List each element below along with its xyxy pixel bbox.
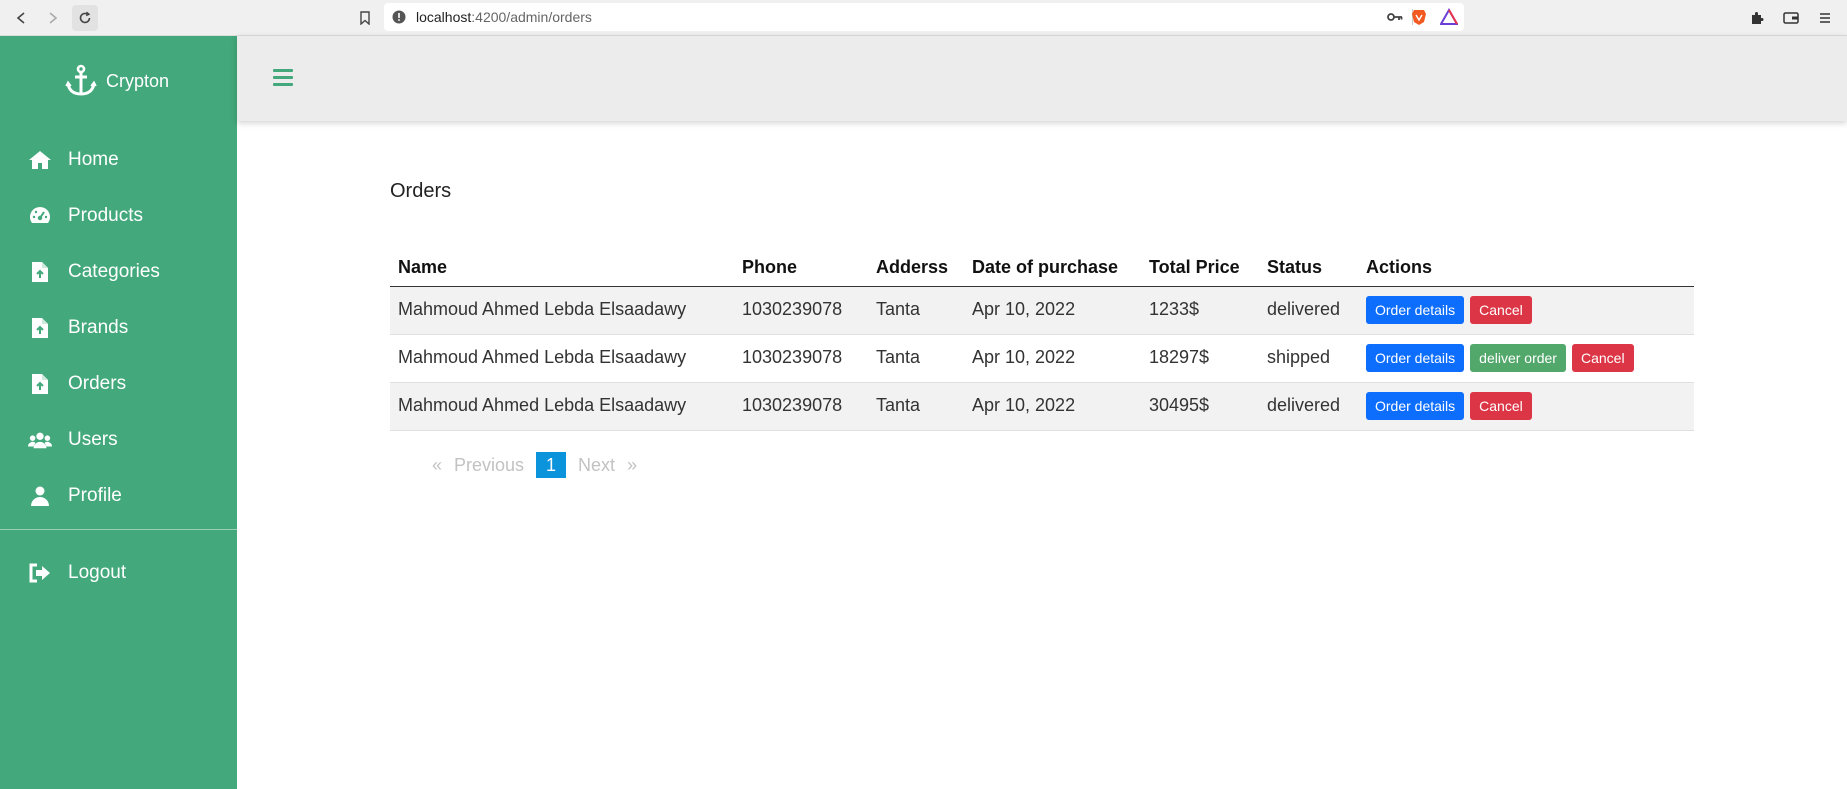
sidebar-item-label: Brands: [68, 317, 129, 338]
table-row: Mahmoud Ahmed Lebda Elsaadawy 1030239078…: [390, 382, 1694, 431]
browser-toolbar: localhost:4200/admin/orders: [0, 0, 1847, 36]
cell-price: 1233$: [1141, 286, 1259, 335]
user-icon: [28, 484, 52, 508]
back-icon[interactable]: [8, 5, 34, 31]
hamburger-menu-icon[interactable]: [273, 69, 293, 87]
cell-phone: 1030239078: [734, 382, 868, 431]
sidebar-item-label: Orders: [68, 373, 127, 394]
home-icon: [28, 148, 52, 172]
cell-name: Mahmoud Ahmed Lebda Elsaadawy: [390, 382, 734, 431]
sidebar-item-categories[interactable]: Categories: [0, 244, 237, 300]
brave-lion-icon[interactable]: [1410, 8, 1428, 26]
cell-address: Tanta: [868, 334, 964, 383]
cell-date: Apr 10, 2022: [964, 382, 1141, 431]
address-bar[interactable]: localhost:4200/admin/orders: [384, 3, 1464, 31]
orders-table: Name Phone Adderss Date of purchase Tota…: [390, 250, 1694, 431]
cell-date: Apr 10, 2022: [964, 334, 1141, 383]
users-icon: [28, 428, 52, 452]
brand-name: Crypton: [106, 70, 170, 91]
cell-phone: 1030239078: [734, 334, 868, 383]
topbar: [237, 36, 1847, 121]
table-row: Mahmoud Ahmed Lebda Elsaadawy 1030239078…: [390, 286, 1694, 335]
pagination-prev-arrow: «: [432, 454, 443, 475]
menu-icon[interactable]: [1812, 5, 1838, 31]
anchor-icon: [64, 64, 98, 98]
file-upload-icon: [28, 372, 52, 396]
column-header-phone: Phone: [734, 250, 868, 287]
pagination-next[interactable]: Next: [578, 455, 615, 476]
cell-date: Apr 10, 2022: [964, 286, 1141, 335]
extensions-icon[interactable]: [1744, 5, 1770, 31]
pagination-page-current[interactable]: 1: [536, 452, 567, 478]
sidebar-item-orders[interactable]: Orders: [0, 356, 237, 412]
url-path: :4200/admin/orders: [471, 9, 592, 25]
sidebar: Crypton Home Products Categories Brands: [0, 36, 237, 789]
file-upload-icon: [28, 260, 52, 284]
gauge-icon: [28, 204, 52, 228]
logout-label: Logout: [68, 562, 127, 583]
cell-status: delivered: [1259, 382, 1358, 431]
wallet-icon[interactable]: [1778, 5, 1804, 31]
sidebar-divider: [0, 529, 237, 530]
deliver-order-button[interactable]: deliver order: [1470, 343, 1566, 372]
cancel-button[interactable]: Cancel: [1470, 295, 1532, 324]
column-header-address: Adderss: [868, 250, 964, 287]
cell-address: Tanta: [868, 382, 964, 431]
order-details-button[interactable]: Order details: [1366, 295, 1465, 324]
sidebar-item-label: Profile: [68, 485, 122, 506]
sidebar-item-brands[interactable]: Brands: [0, 300, 237, 356]
order-details-button[interactable]: Order details: [1366, 343, 1465, 372]
cell-status: shipped: [1259, 334, 1358, 383]
sidebar-item-logout[interactable]: Logout: [0, 545, 237, 601]
sidebar-item-label: Categories: [68, 261, 160, 282]
cell-address: Tanta: [868, 286, 964, 335]
cell-actions: Order details deliver order Cancel: [1358, 334, 1694, 383]
cell-phone: 1030239078: [734, 286, 868, 335]
sidebar-item-label: Users: [68, 429, 118, 450]
reload-icon[interactable]: [72, 5, 98, 31]
url-host: localhost: [416, 9, 472, 25]
cell-name: Mahmoud Ahmed Lebda Elsaadawy: [390, 286, 734, 335]
forward-icon[interactable]: [40, 5, 66, 31]
column-header-actions: Actions: [1358, 250, 1694, 287]
cell-actions: Order details Cancel: [1358, 382, 1694, 431]
info-icon[interactable]: [392, 10, 406, 24]
sidebar-menu: Home Products Categories Brands Orders U…: [0, 132, 237, 524]
sidebar-item-label: Products: [68, 205, 143, 226]
sidebar-item-profile[interactable]: Profile: [0, 468, 237, 524]
table-row: Mahmoud Ahmed Lebda Elsaadawy 1030239078…: [390, 334, 1694, 383]
bookmark-icon[interactable]: [352, 5, 378, 31]
pagination-previous[interactable]: Previous: [454, 455, 524, 476]
pagination-next-arrow: »: [627, 454, 638, 475]
key-icon[interactable]: [1387, 10, 1403, 24]
cell-status: delivered: [1259, 286, 1358, 335]
column-header-name: Name: [390, 250, 734, 287]
column-header-status: Status: [1259, 250, 1358, 287]
sidebar-item-users[interactable]: Users: [0, 412, 237, 468]
sidebar-item-home[interactable]: Home: [0, 132, 237, 188]
logout-icon: [28, 561, 52, 585]
cell-actions: Order details Cancel: [1358, 286, 1694, 335]
cancel-button[interactable]: Cancel: [1470, 391, 1532, 420]
url-text: localhost:4200/admin/orders: [416, 9, 592, 25]
cell-price: 30495$: [1141, 382, 1259, 431]
cell-name: Mahmoud Ahmed Lebda Elsaadawy: [390, 334, 734, 383]
column-header-total-price: Total Price: [1141, 250, 1259, 287]
pagination: « Previous 1 Next »: [432, 452, 649, 478]
sidebar-item-products[interactable]: Products: [0, 188, 237, 244]
file-upload-icon: [28, 316, 52, 340]
page-title: Orders: [390, 180, 452, 202]
sidebar-item-label: Home: [68, 149, 119, 170]
table-header-row: Name Phone Adderss Date of purchase Tota…: [390, 250, 1694, 287]
order-details-button[interactable]: Order details: [1366, 391, 1465, 420]
column-header-date: Date of purchase: [964, 250, 1141, 287]
cancel-button[interactable]: Cancel: [1571, 343, 1634, 372]
brand[interactable]: Crypton: [64, 64, 169, 98]
cell-price: 18297$: [1141, 334, 1259, 383]
rewards-triangle-icon[interactable]: [1440, 8, 1458, 26]
